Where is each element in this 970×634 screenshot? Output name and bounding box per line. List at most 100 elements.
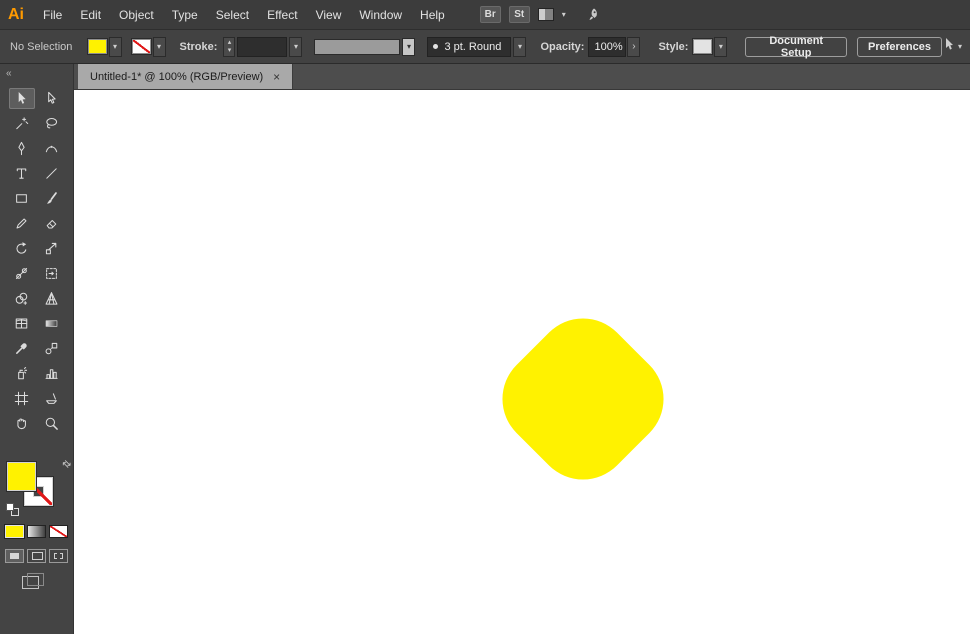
width-profile-control: ▾ bbox=[314, 37, 416, 56]
zoom-tool[interactable] bbox=[38, 413, 64, 434]
document-tab[interactable]: Untitled-1* @ 100% (RGB/Preview) × bbox=[78, 64, 294, 89]
draw-behind-button[interactable] bbox=[27, 549, 46, 563]
bridge-button[interactable]: Br bbox=[479, 6, 501, 23]
gradient-button[interactable] bbox=[27, 525, 46, 538]
workspace-switcher-icon[interactable] bbox=[537, 8, 554, 21]
stroke-weight-input[interactable] bbox=[237, 36, 288, 57]
brush-definition-select[interactable]: 3 pt. Round bbox=[427, 36, 512, 57]
menu-select[interactable]: Select bbox=[207, 0, 258, 30]
column-graph-tool[interactable] bbox=[38, 363, 64, 384]
color-button[interactable] bbox=[5, 525, 24, 538]
workspace-caret-icon[interactable]: ▾ bbox=[562, 10, 566, 19]
gpu-performance-rocket-icon[interactable] bbox=[586, 7, 602, 23]
pointer-options-icon[interactable] bbox=[942, 37, 956, 56]
width-tool[interactable] bbox=[9, 263, 35, 284]
stroke-caret-icon[interactable]: ▾ bbox=[152, 36, 166, 57]
default-fill-stroke-icon[interactable] bbox=[5, 502, 21, 518]
style-swatch[interactable] bbox=[693, 39, 713, 54]
opacity-chevron-icon[interactable]: › bbox=[627, 36, 641, 57]
brush-caret-icon[interactable]: ▾ bbox=[513, 36, 527, 57]
selection-status: No Selection bbox=[10, 40, 73, 53]
stepper-up-icon[interactable]: ▴ bbox=[228, 39, 232, 47]
fill-caret-icon[interactable]: ▾ bbox=[108, 36, 122, 57]
brush-definition-value: 3 pt. Round bbox=[444, 40, 502, 53]
pen-tool[interactable] bbox=[9, 138, 35, 159]
brush-preview-dot-icon bbox=[433, 44, 439, 49]
opacity-control: 100% › bbox=[588, 36, 641, 57]
magic-wand-tool[interactable] bbox=[9, 113, 35, 134]
stroke-color-control: ▾ bbox=[131, 36, 166, 57]
paintbrush-tool[interactable] bbox=[38, 188, 64, 209]
none-button[interactable] bbox=[49, 525, 68, 538]
free-transform-tool[interactable] bbox=[38, 263, 64, 284]
lasso-tool[interactable] bbox=[38, 113, 64, 134]
menubar: Ai File Edit Object Type Select Effect V… bbox=[0, 0, 970, 30]
control-bar: No Selection ▾ ▾ Stroke: ▴ ▾ ▾ ▾ 3 pt. R… bbox=[0, 30, 970, 64]
shaper-tool[interactable] bbox=[9, 213, 35, 234]
gradient-tool[interactable] bbox=[38, 313, 64, 334]
hand-tool[interactable] bbox=[9, 413, 35, 434]
width-profile-preview[interactable] bbox=[314, 38, 401, 55]
stroke-none-swatch[interactable] bbox=[131, 39, 151, 54]
select-similar-control: ▾ bbox=[942, 37, 962, 56]
change-screen-mode-button[interactable] bbox=[22, 573, 44, 589]
opacity-label: Opacity: bbox=[540, 40, 585, 53]
selection-tool[interactable] bbox=[8, 88, 35, 109]
document-tab-bar: Untitled-1* @ 100% (RGB/Preview) × bbox=[74, 64, 970, 90]
eyedropper-tool[interactable] bbox=[9, 338, 35, 359]
collapse-panel-icon[interactable]: « bbox=[0, 64, 73, 86]
symbol-sprayer-tool[interactable] bbox=[9, 363, 35, 384]
line-segment-tool[interactable] bbox=[38, 163, 64, 184]
stroke-label: Stroke: bbox=[179, 40, 218, 53]
menu-view[interactable]: View bbox=[307, 0, 351, 30]
perspective-grid-tool[interactable] bbox=[38, 288, 64, 309]
drawing-modes-row bbox=[5, 549, 68, 563]
rectangle-tool[interactable] bbox=[9, 188, 35, 209]
style-control: ▾ bbox=[693, 36, 728, 57]
stroke-weight-stepper[interactable]: ▴ ▾ bbox=[223, 36, 236, 57]
blend-tool[interactable] bbox=[38, 338, 64, 359]
document-setup-button[interactable]: Document Setup bbox=[745, 35, 847, 59]
scale-tool[interactable] bbox=[38, 238, 64, 259]
fill-stroke-indicator: ⇄ bbox=[5, 458, 73, 522]
tab-close-icon[interactable]: × bbox=[273, 71, 280, 83]
fill-swatch[interactable] bbox=[87, 39, 107, 54]
opacity-input[interactable]: 100% bbox=[588, 36, 627, 57]
menu-window[interactable]: Window bbox=[350, 0, 411, 30]
stroke-weight-control: ▾ bbox=[237, 36, 303, 57]
menu-effect[interactable]: Effect bbox=[258, 0, 306, 30]
mesh-tool[interactable] bbox=[9, 313, 35, 334]
artwork-rounded-square[interactable] bbox=[482, 298, 684, 500]
menu-edit[interactable]: Edit bbox=[71, 0, 110, 30]
tools-grid bbox=[0, 86, 73, 434]
menu-type[interactable]: Type bbox=[163, 0, 207, 30]
draw-inside-button[interactable] bbox=[49, 549, 68, 563]
shape-builder-tool[interactable] bbox=[9, 288, 35, 309]
style-label: Style: bbox=[658, 40, 689, 53]
rotate-tool[interactable] bbox=[9, 238, 35, 259]
artboard-tool[interactable] bbox=[9, 388, 35, 409]
menu-file[interactable]: File bbox=[34, 0, 71, 30]
type-tool[interactable] bbox=[9, 163, 35, 184]
illustrator-logo: Ai bbox=[8, 5, 24, 23]
pointer-options-caret-icon[interactable]: ▾ bbox=[958, 42, 962, 51]
artboard-canvas[interactable] bbox=[74, 90, 970, 634]
swap-fill-stroke-icon[interactable]: ⇄ bbox=[59, 458, 73, 472]
stepper-down-icon[interactable]: ▾ bbox=[228, 47, 232, 55]
preferences-button[interactable]: Preferences bbox=[856, 36, 942, 57]
width-profile-caret-icon[interactable]: ▾ bbox=[402, 37, 416, 56]
curvature-tool[interactable] bbox=[38, 138, 64, 159]
draw-normal-button[interactable] bbox=[5, 549, 24, 563]
stroke-weight-caret-icon[interactable]: ▾ bbox=[289, 36, 303, 57]
slice-tool[interactable] bbox=[38, 388, 64, 409]
fill-color-control: ▾ bbox=[87, 36, 122, 57]
menu-object[interactable]: Object bbox=[110, 0, 163, 30]
eraser-tool[interactable] bbox=[38, 213, 64, 234]
style-caret-icon[interactable]: ▾ bbox=[714, 36, 728, 57]
tools-panel: « ⇄ bbox=[0, 64, 74, 634]
paint-mode-row bbox=[5, 525, 68, 538]
menu-help[interactable]: Help bbox=[411, 0, 454, 30]
direct-selection-tool[interactable] bbox=[38, 88, 64, 109]
toolbox-fill-swatch[interactable] bbox=[7, 462, 36, 491]
stock-button[interactable]: St bbox=[508, 6, 530, 23]
